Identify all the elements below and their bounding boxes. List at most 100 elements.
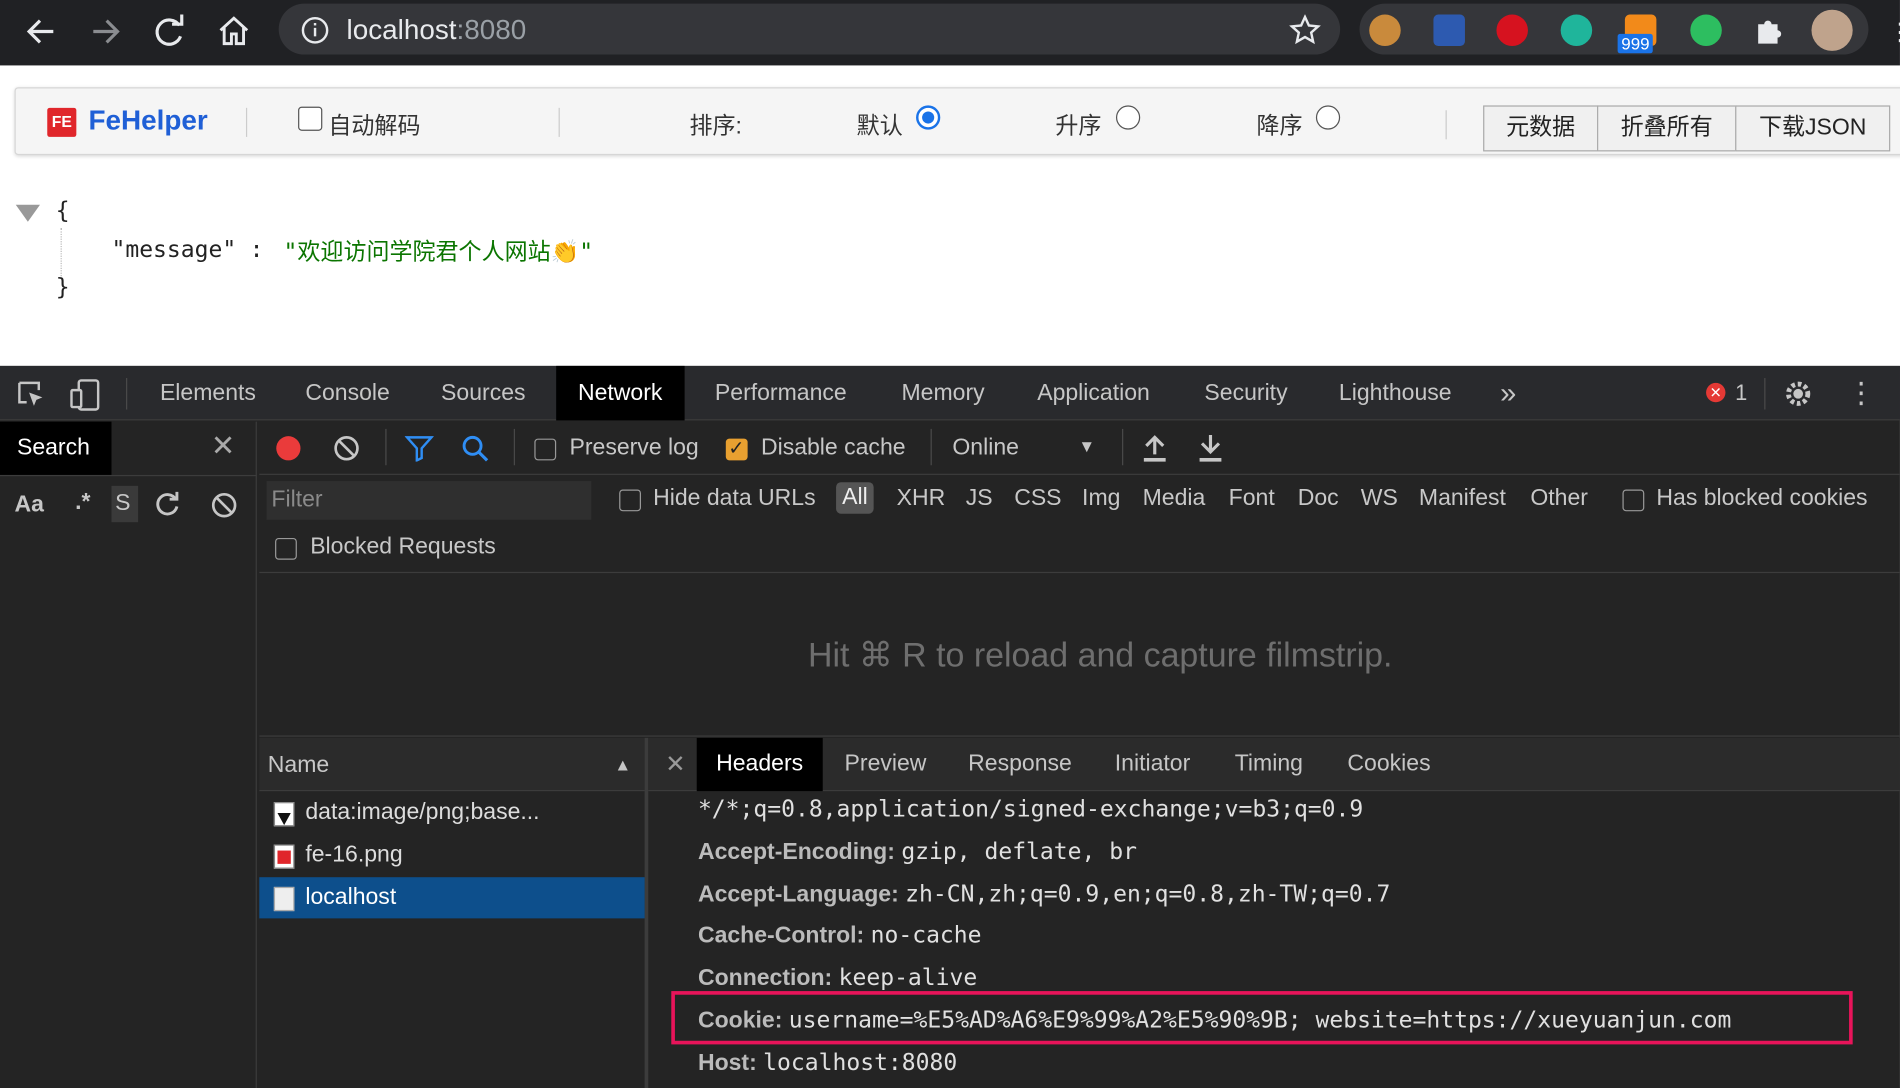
inspect-element-icon[interactable] [16,379,48,417]
sort-asc-radio[interactable] [1115,105,1141,130]
sort-desc-radio[interactable] [1315,105,1341,130]
preserve-log-checkbox[interactable] [534,438,557,461]
kebab-menu-icon[interactable]: ⋮ [1847,376,1876,411]
download-json-button[interactable]: 下载JSON [1735,105,1891,152]
close-icon[interactable]: ✕ [211,429,235,464]
forward-icon[interactable] [84,10,128,54]
sort-ascending-icon[interactable]: ▲ [614,755,631,774]
cookie-extension-icon[interactable] [1369,14,1401,47]
translate-extension-icon[interactable] [1433,14,1465,47]
type-filter-font[interactable]: Font [1229,486,1275,513]
filter-icon[interactable] [404,435,435,468]
image-file-icon [273,802,295,827]
filter-input[interactable]: Filter [266,481,592,520]
request-name: fe-16.png [305,842,403,868]
info-icon[interactable] [301,16,330,51]
adblock-extension-icon[interactable] [1496,14,1528,47]
type-filter-media[interactable]: Media [1143,486,1206,513]
request-row-selected[interactable]: localhost [259,877,645,919]
request-row[interactable]: data:image/png;base... [259,792,644,833]
raw-data-button[interactable]: 元数据 [1483,105,1599,152]
header-name: Accept-Encoding: [697,839,895,866]
gear-icon[interactable] [1782,378,1814,416]
network-toolbar: Preserve log Disable cache Online ▼ [259,422,1900,475]
fold-all-button[interactable]: 折叠所有 [1597,105,1737,152]
chevron-down-icon[interactable]: ▼ [1078,436,1095,455]
evernote-extension-icon[interactable] [1690,14,1722,47]
header-line: */*;q=0.8,application/signed-exchange;v=… [698,796,1363,824]
type-filter-xhr[interactable]: XHR [897,486,946,513]
tab-security[interactable]: Security [1183,366,1310,421]
menu-icon[interactable]: ⋮ [1888,17,1900,46]
sort-desc-label: 降序 [1256,113,1303,140]
sort-default-radio[interactable] [916,105,941,130]
close-detail-icon[interactable]: ✕ [665,749,685,779]
clear-search-icon[interactable] [210,491,239,526]
tab-console[interactable]: Console [284,366,412,421]
bookmark-star-icon[interactable] [1289,14,1321,53]
tab-timing[interactable]: Timing [1215,738,1322,791]
throttle-select[interactable]: Online [952,435,1019,462]
type-filter-img[interactable]: Img [1082,486,1120,513]
request-name: localhost [305,884,397,910]
search-tab[interactable]: Search [0,421,112,475]
type-filter-other[interactable]: Other [1530,486,1588,513]
tab-initiator[interactable]: Initiator [1095,738,1209,791]
error-icon[interactable]: ✕ [1706,382,1726,403]
m-extension-icon[interactable] [1560,14,1593,47]
devtools-tabbar: Elements Console Sources Network Perform… [0,365,1900,421]
json-close-brace: } [55,273,70,301]
upload-icon[interactable] [1141,433,1168,471]
type-filter-css[interactable]: CSS [1014,486,1061,513]
filmstrip-hint: Hit ⌘ R to reload and capture filmstrip. [807,636,1393,674]
type-filter-all[interactable]: All [836,482,874,514]
json-open-brace: { [55,197,70,225]
tab-headers[interactable]: Headers [696,737,823,792]
collapse-toggle-icon[interactable] [15,204,42,229]
type-filter-ws[interactable]: WS [1361,486,1398,513]
has-blocked-cookies-checkbox[interactable] [1622,489,1645,512]
match-case-button[interactable]: Aa [15,492,44,519]
puzzle-icon[interactable] [1753,15,1785,53]
device-toolbar-icon[interactable] [68,378,102,418]
tab-cookies[interactable]: Cookies [1328,738,1450,791]
disable-cache-checkbox[interactable] [725,436,748,461]
tab-lighthouse[interactable]: Lighthouse [1317,366,1473,421]
download-icon[interactable] [1197,433,1224,471]
address-bar[interactable]: localhost:8080 [278,3,1341,55]
type-filter-js[interactable]: JS [966,486,993,513]
type-filter-doc[interactable]: Doc [1298,486,1339,513]
search-icon[interactable] [460,434,489,469]
request-name: data:image/png;base... [305,799,540,826]
hide-data-urls-checkbox[interactable] [619,489,641,512]
tab-memory[interactable]: Memory [880,366,1007,421]
tab-elements[interactable]: Elements [138,366,278,421]
more-tabs-icon[interactable]: » [1478,366,1538,421]
type-filter-manifest[interactable]: Manifest [1419,486,1506,513]
tab-response[interactable]: Response [949,738,1091,791]
blocked-requests-checkbox[interactable] [275,537,297,560]
url-text: localhost:8080 [347,13,527,46]
has-blocked-cookies-label: Has blocked cookies [1656,485,1868,512]
search-input[interactable]: S [111,485,139,523]
divider [126,378,128,410]
tab-preview[interactable]: Preview [825,738,946,791]
detail-tabbar: ✕ Headers Preview Response Initiator Tim… [648,737,1900,792]
record-button[interactable] [276,436,301,461]
auto-decode-checkbox[interactable] [298,106,323,131]
profile-avatar[interactable] [1811,9,1853,51]
tab-network[interactable]: Network [556,365,685,421]
tab-sources[interactable]: Sources [419,366,547,421]
png-file-icon [273,844,295,869]
tab-performance[interactable]: Performance [693,366,868,421]
refresh-icon[interactable] [153,489,182,524]
request-row[interactable]: fe-16.png [259,835,644,876]
regex-button[interactable]: .* [75,489,90,516]
clear-icon[interactable] [332,434,361,469]
divider [0,474,257,477]
name-column-header[interactable]: Name ▲ [259,737,645,792]
reload-icon[interactable] [148,10,192,54]
tab-application[interactable]: Application [1015,366,1171,421]
home-icon[interactable] [212,10,256,54]
back-icon[interactable] [19,10,63,54]
